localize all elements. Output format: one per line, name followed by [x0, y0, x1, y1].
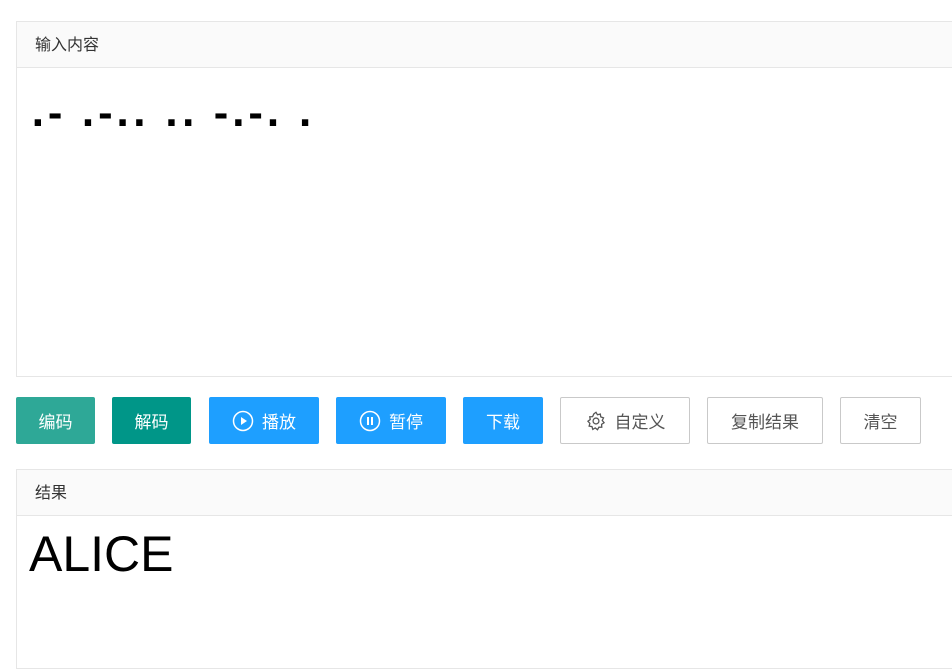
result-panel: 结果 ALICE: [16, 469, 952, 669]
copy-result-button-label: 复制结果: [731, 413, 799, 433]
clear-button-label: 清空: [863, 413, 898, 433]
input-panel: 输入内容 .- .-.. .. -.-. .: [16, 21, 952, 377]
input-textarea[interactable]: .- .-.. .. -.-. .: [17, 74, 952, 156]
decode-button[interactable]: 解码: [112, 397, 191, 444]
clear-button[interactable]: 清空: [840, 397, 921, 444]
pause-circle-icon: [359, 410, 381, 432]
pause-button[interactable]: 暂停: [336, 397, 446, 444]
play-button-label: 播放: [262, 413, 296, 433]
customize-button-label: 自定义: [614, 413, 666, 433]
encode-button[interactable]: 编码: [16, 397, 95, 444]
copy-result-button[interactable]: 复制结果: [707, 397, 823, 444]
customize-button[interactable]: 自定义: [560, 397, 690, 444]
result-panel-title: 结果: [17, 470, 952, 516]
encode-button-label: 编码: [38, 413, 73, 433]
download-button[interactable]: 下载: [463, 397, 543, 444]
download-button-label: 下载: [486, 413, 520, 433]
gear-icon: [585, 410, 607, 432]
pause-button-label: 暂停: [389, 413, 423, 433]
result-output[interactable]: ALICE: [17, 516, 952, 592]
decode-button-label: 解码: [134, 413, 169, 433]
input-panel-title: 输入内容: [17, 22, 952, 68]
play-circle-icon: [232, 410, 254, 432]
play-button[interactable]: 播放: [209, 397, 319, 444]
